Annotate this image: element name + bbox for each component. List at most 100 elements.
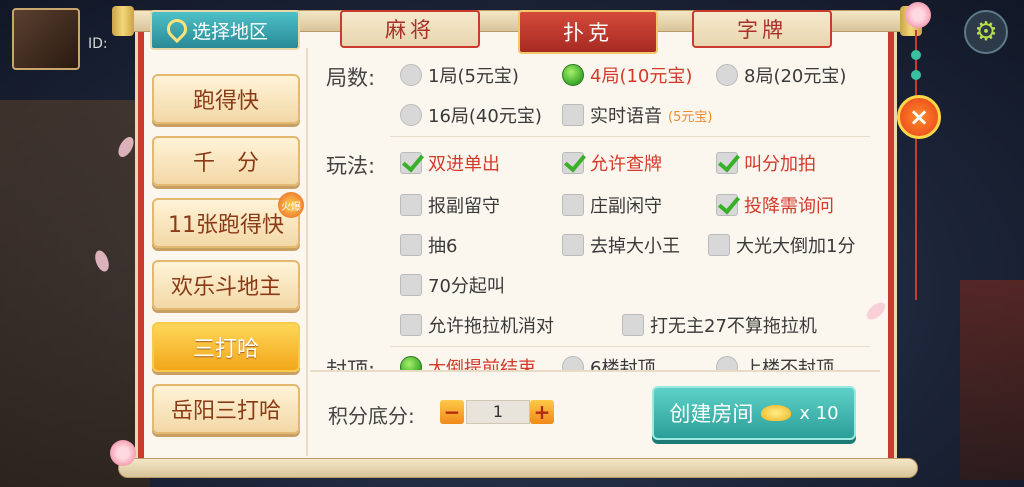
rule-label: 投降需询问	[744, 196, 834, 217]
game-item-label: 欢乐斗地主	[170, 275, 281, 300]
score-decrease-button[interactable]: −	[440, 400, 464, 424]
cap-option[interactable]: 6楼封顶	[562, 354, 655, 370]
checkbox-checked-icon	[400, 152, 422, 174]
voice-cost-note: (5元宝)	[668, 109, 713, 125]
rule-label: 打无主27不算拖拉机	[650, 316, 817, 337]
tab-mahjong[interactable]: 麻将	[340, 10, 480, 48]
blossom-icon	[110, 440, 136, 466]
row-divider	[390, 346, 870, 347]
rounds-option-label: 1局(5元宝)	[428, 66, 519, 87]
checkbox-checked-icon	[716, 194, 738, 216]
rounds-option[interactable]: 16局(40元宝)	[400, 102, 542, 128]
rounds-option-label: 16局(40元宝)	[428, 106, 542, 127]
rule-label: 庄副闲守	[590, 196, 662, 217]
checkbox-icon	[562, 234, 584, 256]
cap-label: 封顶:	[326, 358, 376, 370]
tassel-bead	[911, 70, 921, 80]
blossom-icon	[905, 2, 931, 28]
rule-option[interactable]: 投降需询问	[716, 192, 834, 218]
checkbox-icon	[562, 194, 584, 216]
rule-option[interactable]: 打无主27不算拖拉机	[622, 312, 817, 338]
tassel-bead	[911, 50, 921, 60]
rounds-option[interactable]: 1局(5元宝)	[400, 62, 519, 88]
checkbox-checked-icon	[716, 152, 738, 174]
options-area: 局数: 1局(5元宝) 4局(10元宝) 8局(20元宝) 16局(40元宝) …	[310, 52, 880, 370]
radio-icon	[716, 64, 738, 86]
voice-option-label: 实时语音	[590, 106, 662, 127]
rules-label: 玩法:	[326, 154, 376, 178]
radio-icon	[562, 356, 584, 370]
rule-option[interactable]: 70分起叫	[400, 272, 505, 298]
create-room-button[interactable]: 创建房间 x 10	[652, 386, 856, 440]
background-left	[0, 100, 150, 487]
rule-option[interactable]: 允许查牌	[562, 150, 662, 176]
row-divider	[390, 136, 870, 137]
rounds-option-label: 4局(10元宝)	[590, 66, 693, 87]
rule-option[interactable]: 叫分加拍	[716, 150, 816, 176]
rule-option[interactable]: 抽6	[400, 232, 457, 258]
hot-badge: 火爆	[278, 192, 304, 218]
game-list: 跑得快 千 分 11张跑得快 火爆 欢乐斗地主 三打哈 岳阳三打哈	[146, 60, 306, 456]
cap-option-label: 大倒提前结束	[428, 358, 536, 370]
cap-option[interactable]: 上楼不封顶	[716, 354, 834, 370]
rule-label: 叫分加拍	[744, 154, 816, 175]
cap-option-label: 6楼封顶	[590, 358, 656, 370]
score-base-value[interactable]: 1	[466, 400, 530, 424]
rounds-option[interactable]: 8局(20元宝)	[716, 62, 846, 88]
radio-icon	[716, 356, 738, 370]
panel-divider	[306, 48, 308, 456]
rule-option[interactable]: 双进单出	[400, 150, 500, 176]
game-item[interactable]: 千 分	[152, 136, 300, 186]
rule-option[interactable]: 去掉大小王	[562, 232, 680, 258]
rule-label: 抽6	[428, 236, 458, 257]
location-pin-icon	[166, 19, 182, 41]
background-roof	[960, 280, 1024, 480]
tab-zipai[interactable]: 字牌	[692, 10, 832, 48]
game-item[interactable]: 岳阳三打哈	[152, 384, 300, 434]
rule-label: 去掉大小王	[590, 236, 680, 257]
rule-label: 允许查牌	[590, 154, 662, 175]
checkbox-icon	[400, 314, 422, 336]
score-base-label: 积分底分:	[328, 404, 415, 428]
settings-gear-icon[interactable]: ⚙	[964, 10, 1008, 54]
game-item-label: 千 分	[192, 151, 259, 176]
radio-selected-icon	[400, 356, 422, 370]
radio-icon	[400, 104, 422, 126]
cap-option-label: 上楼不封顶	[744, 358, 834, 370]
rounds-option-selected[interactable]: 4局(10元宝)	[562, 62, 692, 88]
game-item-selected[interactable]: 三打哈	[152, 322, 300, 372]
tab-poker[interactable]: 扑克	[518, 10, 658, 54]
voice-option[interactable]: 实时语音 (5元宝)	[562, 102, 712, 128]
rule-option[interactable]: 大光大倒加1分	[708, 232, 855, 258]
bottom-divider	[310, 370, 880, 372]
radio-selected-icon	[562, 64, 584, 86]
rule-label: 大光大倒加1分	[736, 236, 856, 257]
select-region-button[interactable]: 选择地区	[150, 10, 300, 50]
select-region-label: 选择地区	[192, 20, 269, 43]
cap-option-selected[interactable]: 大倒提前结束	[400, 354, 536, 370]
rule-label: 报副留守	[428, 196, 500, 217]
radio-icon	[400, 64, 422, 86]
game-item-label: 岳阳三打哈	[170, 399, 281, 424]
user-id: ID:	[88, 36, 108, 52]
checkbox-icon	[622, 314, 644, 336]
close-button[interactable]: ×	[897, 95, 941, 139]
rule-label: 双进单出	[428, 154, 500, 175]
game-item[interactable]: 11张跑得快 火爆	[152, 192, 304, 248]
score-increase-button[interactable]: +	[530, 400, 554, 424]
avatar[interactable]	[12, 8, 80, 70]
rule-label: 70分起叫	[428, 276, 505, 297]
rule-option[interactable]: 庄副闲守	[562, 192, 662, 218]
rule-label: 允许拖拉机消对	[428, 316, 554, 337]
checkbox-icon	[400, 234, 422, 256]
game-item-label: 11张跑得快	[168, 213, 284, 238]
game-item-label: 跑得快	[192, 89, 259, 114]
scroll-knob-left	[112, 6, 134, 36]
game-item[interactable]: 欢乐斗地主	[152, 260, 300, 310]
checkbox-icon	[562, 104, 584, 126]
create-room-label: 创建房间	[669, 402, 754, 426]
rule-option[interactable]: 报副留守	[400, 192, 500, 218]
checkbox-checked-icon	[562, 152, 584, 174]
rule-option[interactable]: 允许拖拉机消对	[400, 312, 554, 338]
game-item[interactable]: 跑得快	[152, 74, 300, 124]
